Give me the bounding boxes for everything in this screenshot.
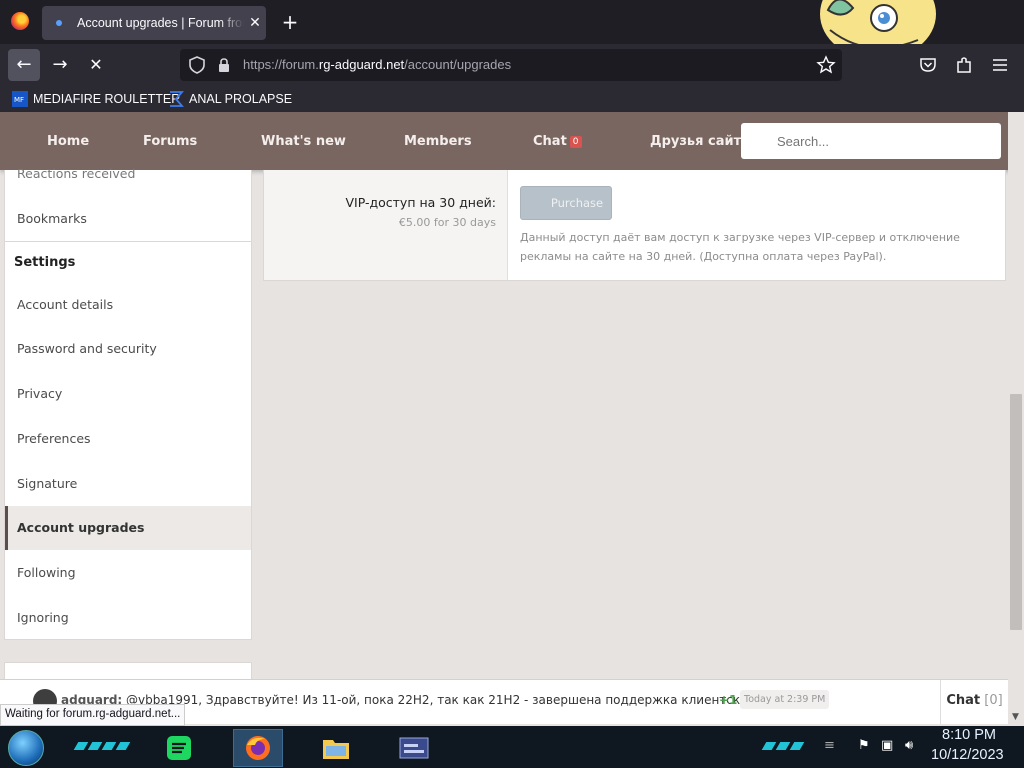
tab-close-icon[interactable]: ✕ bbox=[244, 15, 266, 31]
folder-icon bbox=[323, 740, 349, 759]
site-search-input[interactable] bbox=[741, 123, 1001, 159]
nav-chat[interactable]: Chat 0 bbox=[533, 134, 582, 149]
taskbar-decoration bbox=[761, 736, 805, 758]
nav-whats-new[interactable]: What's new bbox=[261, 134, 346, 149]
browser-tab-active[interactable]: Account upgrades | Forum from RG-Adguard… bbox=[42, 6, 266, 40]
spotify-taskbar-button[interactable] bbox=[154, 729, 204, 767]
bookmarks-bar: MF MEDIAFIRE ROULETTER ANAL PROLAPSE bbox=[0, 86, 1024, 112]
nav-chat-label: Chat bbox=[533, 134, 567, 149]
forward-button[interactable]: → bbox=[44, 49, 76, 81]
network-icon[interactable]: ▣ bbox=[881, 738, 897, 754]
firefox-taskbar-button[interactable] bbox=[233, 729, 283, 767]
new-tab-button[interactable]: + bbox=[278, 10, 302, 34]
scrollbar-thumb[interactable] bbox=[1010, 394, 1022, 630]
bookmark-label: MEDIAFIRE ROULETTER bbox=[33, 92, 181, 106]
firefox-icon bbox=[246, 736, 270, 760]
nav-forums[interactable]: Forums bbox=[143, 134, 197, 149]
sidebar-divider bbox=[5, 241, 251, 242]
nav-home[interactable]: Home bbox=[47, 134, 89, 149]
browser-status-text: Waiting for forum.rg-adguard.net... bbox=[0, 704, 186, 726]
sidebar-item-account-upgrades[interactable]: Account upgrades bbox=[5, 506, 251, 550]
open-chat-button[interactable]: Chat [0] bbox=[940, 680, 1008, 724]
url-bar[interactable]: https://forum.rg-adguard.net/account/upg… bbox=[180, 49, 842, 81]
browser-tab-strip: Account upgrades | Forum from RG-Adguard… bbox=[0, 0, 1024, 60]
sidebar-item-password-security[interactable]: Password and security bbox=[5, 327, 251, 371]
chat-button-count: [0] bbox=[984, 693, 1003, 708]
mediafire-icon: MF bbox=[12, 91, 28, 107]
upgrade-label-column: VIP-доступ на 30 дней: €5.00 for 30 days bbox=[264, 170, 508, 280]
sidebar-item-following[interactable]: Following bbox=[5, 551, 251, 595]
sidebar-item-signature[interactable]: Signature bbox=[5, 462, 251, 506]
volume-icon[interactable]: 🔊︎ bbox=[905, 738, 921, 754]
purchase-button[interactable]: Purchase bbox=[520, 186, 612, 220]
clock-time[interactable]: 8:10 PM bbox=[942, 727, 996, 743]
lock-icon[interactable] bbox=[216, 57, 232, 73]
upgrade-card: VIP-доступ на 30 дней: €5.00 for 30 days… bbox=[263, 170, 1006, 281]
file-explorer-taskbar-button[interactable] bbox=[311, 729, 361, 767]
menu-icon[interactable] bbox=[990, 55, 1010, 75]
url-prefix: https://forum. bbox=[243, 57, 319, 72]
browser-navbar: ← → ✕ https://forum.rg-adguard.net/accou… bbox=[0, 44, 1024, 86]
bookmark-item[interactable]: ANAL PROLAPSE bbox=[168, 90, 292, 108]
chat-timestamp: Today at 2:39 PM bbox=[740, 690, 830, 709]
os-taskbar: ≡ ⚑ ▣ 🔊︎ bbox=[0, 726, 1024, 768]
tracking-shield-icon[interactable] bbox=[188, 56, 206, 74]
start-button[interactable] bbox=[8, 730, 44, 766]
chat-message-text: @vbba1991, Здравствуйте! Из 11-ой, пока … bbox=[122, 693, 741, 707]
firefox-icon[interactable] bbox=[11, 12, 29, 30]
sidebar-item-reactions-received[interactable]: Reactions received bbox=[5, 152, 251, 196]
bookmark-item[interactable]: MF MEDIAFIRE ROULETTER bbox=[12, 90, 180, 108]
show-hidden-icons-icon[interactable]: ≡ bbox=[824, 738, 840, 754]
extensions-icon[interactable] bbox=[954, 55, 974, 75]
action-center-flag-icon[interactable]: ⚑ bbox=[858, 738, 874, 754]
loading-indicator-icon bbox=[56, 20, 62, 26]
account-sidebar: Reactions received Bookmarks Settings Ac… bbox=[4, 166, 252, 640]
spotify-icon bbox=[167, 736, 191, 760]
taskbar-decoration bbox=[73, 736, 131, 758]
pocket-icon[interactable] bbox=[918, 55, 938, 75]
url-path: /account/upgrades bbox=[404, 57, 512, 72]
tab-title: Account upgrades | Forum from RG-Adguard bbox=[77, 16, 244, 30]
scroll-down-arrow-icon[interactable]: ▼ bbox=[1012, 712, 1019, 722]
back-button[interactable]: ← bbox=[8, 49, 40, 81]
bookmark-star-icon[interactable] bbox=[816, 55, 836, 75]
chat-button-label: Chat bbox=[946, 693, 981, 708]
window-icon bbox=[399, 737, 429, 759]
app-window-taskbar-button[interactable] bbox=[389, 729, 439, 767]
url-text[interactable]: https://forum.rg-adguard.net/account/upg… bbox=[243, 57, 511, 72]
nav-members[interactable]: Members bbox=[404, 134, 472, 149]
svg-text:MF: MF bbox=[14, 96, 24, 104]
sidebar-item-account-details[interactable]: Account details bbox=[5, 283, 251, 327]
clock-date[interactable]: 10/12/2023 bbox=[931, 747, 1004, 763]
sigma-icon bbox=[170, 91, 184, 107]
page-scrollbar[interactable]: ▼ bbox=[1008, 112, 1024, 724]
sidebar-item-bookmarks[interactable]: Bookmarks bbox=[5, 197, 251, 241]
sidebar-item-ignoring[interactable]: Ignoring bbox=[5, 596, 251, 640]
chat-count-badge: 0 bbox=[569, 136, 582, 148]
upgrade-description: Данный доступ даёт вам доступ к загрузке… bbox=[520, 231, 960, 263]
stop-loading-button[interactable]: ✕ bbox=[80, 49, 112, 81]
sidebar-item-privacy[interactable]: Privacy bbox=[5, 372, 251, 416]
chat-like-count: +1 bbox=[719, 693, 738, 707]
sidebar-heading-settings: Settings bbox=[14, 255, 76, 270]
bookmark-label: ANAL PROLAPSE bbox=[189, 92, 293, 106]
upgrade-title: VIP-доступ на 30 дней: bbox=[345, 195, 496, 210]
sidebar-item-preferences[interactable]: Preferences bbox=[5, 417, 251, 461]
upgrade-cost: €5.00 for 30 days bbox=[398, 216, 496, 229]
nav-site-friends[interactable]: Друзья сайта bbox=[650, 134, 750, 149]
url-domain: rg-adguard.net bbox=[318, 57, 405, 72]
